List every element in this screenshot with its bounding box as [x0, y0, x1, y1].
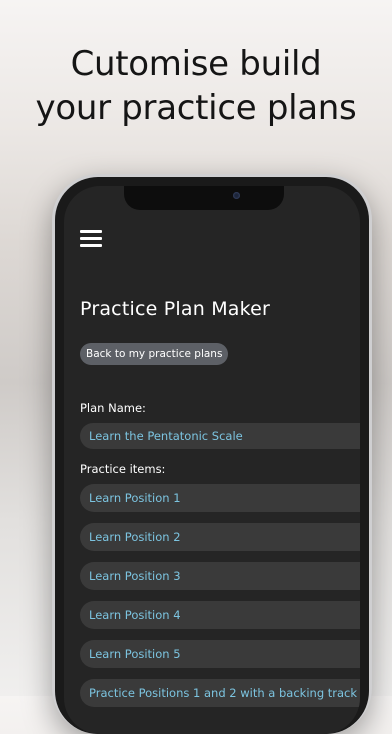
- practice-item[interactable]: Learn Position 5: [80, 640, 360, 668]
- headline-line-2: your practice plans: [35, 88, 357, 128]
- hamburger-menu-icon[interactable]: [80, 230, 102, 248]
- practice-item[interactable]: Learn Position 1: [80, 484, 360, 512]
- practice-item[interactable]: Learn Position 4: [80, 601, 360, 629]
- plan-name-label: Plan Name:: [80, 401, 146, 415]
- phone-bezel: Practice Plan Maker Back to my practice …: [55, 177, 369, 734]
- app-screen: Practice Plan Maker Back to my practice …: [64, 186, 360, 734]
- page-title: Practice Plan Maker: [80, 298, 271, 320]
- headline-line-1: Cutomise build: [70, 44, 322, 84]
- back-to-plans-button[interactable]: Back to my practice plans: [80, 343, 229, 365]
- phone-notch: [124, 186, 284, 210]
- practice-item[interactable]: Practice Positions 1 and 2 with a backin…: [80, 679, 360, 707]
- practice-items-label: Practice items:: [80, 462, 166, 476]
- phone-frame: Practice Plan Maker Back to my practice …: [52, 174, 372, 734]
- practice-item[interactable]: Learn Position 2: [80, 523, 360, 551]
- camera-icon: [233, 192, 240, 199]
- headline: Cutomise build your practice plans: [0, 42, 392, 130]
- practice-item[interactable]: Learn Position 3: [80, 562, 360, 590]
- plan-name-field[interactable]: Learn the Pentatonic Scale: [80, 423, 360, 449]
